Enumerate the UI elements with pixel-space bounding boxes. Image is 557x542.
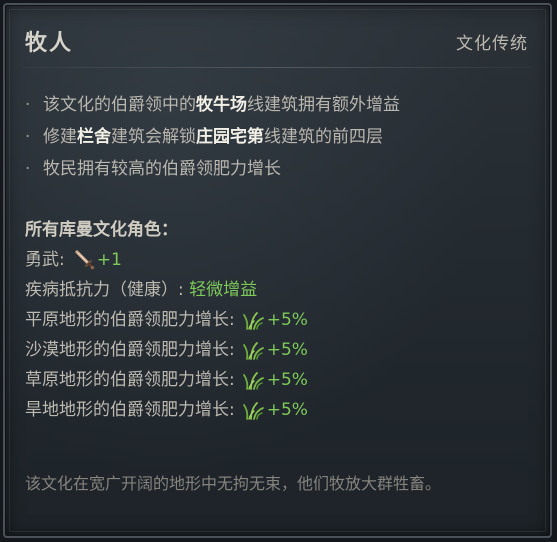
modifier-value: +5%: [266, 340, 308, 360]
effect-text: 牧民拥有较高的伯爵领肥力增长: [43, 159, 281, 179]
modifier-label: 勇武:: [25, 250, 65, 270]
effect-line-herders: · 牧民拥有较高的伯爵领肥力增长: [25, 153, 530, 185]
effect-text: 线建筑拥有额外增益: [247, 95, 400, 115]
effect-text: 该文化的伯爵领中的: [43, 95, 196, 115]
modifier-value[interactable]: 轻微增益: [189, 275, 257, 305]
building-link-manor[interactable]: 庄园宅第: [196, 127, 264, 147]
prowess-sword-icon[interactable]: [73, 249, 95, 271]
tradition-tooltip: 牧人 文化传统 · 该文化的伯爵领中的牧牛场线建筑拥有额外增益 · 修建栏舍建筑会解…: [3, 3, 552, 538]
modifier-disease-resistance: 疾病抵抗力（健康）: 轻微增益: [25, 275, 530, 305]
effect-text: 线建筑的前四层: [264, 127, 383, 147]
grass-fertility-icon[interactable]: [242, 369, 265, 391]
modifier-label: 沙漠地形的伯爵领肥力增长:: [25, 340, 235, 360]
tradition-category: 文化传统: [456, 34, 528, 54]
building-link-stables[interactable]: 栏舍: [77, 127, 111, 147]
header-divider: [23, 67, 532, 68]
modifier-value: +5%: [266, 400, 308, 420]
effect-text: 修建: [43, 127, 77, 147]
building-link-pasture[interactable]: 牧牛场: [196, 95, 247, 115]
tradition-effects-list: · 该文化的伯爵领中的牧牛场线建筑拥有额外增益 · 修建栏舍建筑会解锁庄园宅第线建筑…: [25, 89, 530, 185]
bullet-dot: ·: [25, 127, 31, 147]
modifiers-title: 所有库曼文化角色：: [25, 220, 178, 240]
grass-fertility-icon[interactable]: [242, 309, 265, 331]
culture-modifiers: 所有库曼文化角色： 勇武: +1 疾病抵抗力（健康）: 轻微增益 平原地形的伯爵…: [25, 215, 530, 425]
modifier-value: +5%: [266, 310, 308, 330]
modifier-value: +5%: [266, 370, 308, 390]
modifier-value: +1: [96, 250, 122, 270]
modifier-label: 草原地形的伯爵领肥力增长:: [25, 370, 235, 390]
tooltip-header: 牧人 文化传统: [25, 25, 528, 57]
bullet-dot: ·: [25, 159, 31, 179]
tradition-title: 牧人: [25, 31, 74, 56]
modifier-label: 平原地形的伯爵领肥力增长:: [25, 310, 235, 330]
grass-fertility-icon[interactable]: [242, 399, 265, 421]
modifier-terrain-fertility: 平原地形的伯爵领肥力增长: +5%: [25, 305, 530, 335]
modifier-terrain-fertility: 草原地形的伯爵领肥力增长: +5%: [25, 365, 530, 395]
modifier-terrain-fertility: 旱地地形的伯爵领肥力增长: +5%: [25, 395, 530, 425]
modifier-label: 旱地地形的伯爵领肥力增长:: [25, 400, 235, 420]
modifier-terrain-fertility: 沙漠地形的伯爵领肥力增长: +5%: [25, 335, 530, 365]
bullet-dot: ·: [25, 95, 31, 115]
effect-line-pasture: · 该文化的伯爵领中的牧牛场线建筑拥有额外增益: [25, 89, 530, 121]
modifier-label: 疾病抵抗力（健康）:: [25, 280, 184, 300]
effect-line-stables: · 修建栏舍建筑会解锁庄园宅第线建筑的前四层: [25, 121, 530, 153]
modifier-prowess: 勇武: +1: [25, 245, 530, 275]
grass-fertility-icon[interactable]: [242, 339, 265, 361]
flavor-text: 该文化在宽广开阔的地形中无拘无束，他们牧放大群牲畜。: [25, 474, 442, 493]
effect-text: 建筑会解锁: [111, 127, 196, 147]
